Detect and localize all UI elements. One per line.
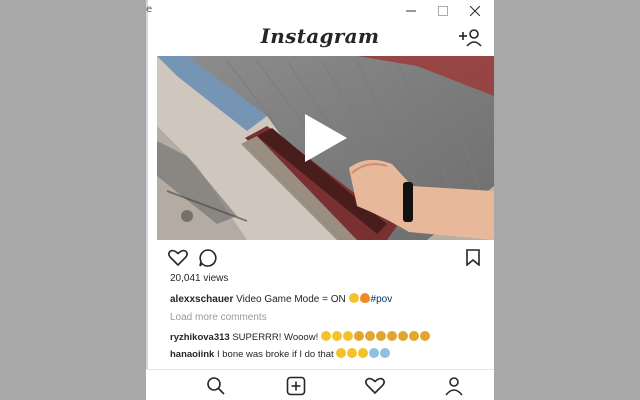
close-button[interactable] xyxy=(460,0,490,22)
nav-search-button[interactable] xyxy=(206,376,226,396)
comment-text: I bone was broke if I do that xyxy=(214,349,337,360)
clap-emoji-icon xyxy=(408,331,419,341)
caption-text: Video Game Mode = ON xyxy=(233,294,349,305)
nav-profile-button[interactable] xyxy=(444,376,464,396)
nav-activity-button[interactable] xyxy=(365,376,385,396)
minimize-icon xyxy=(406,10,416,12)
clap-emoji-icon xyxy=(386,331,397,341)
app-header: Instagram xyxy=(146,22,494,56)
thumbs-up-emoji-icon xyxy=(419,331,430,341)
thumbs-up-emoji-icon xyxy=(375,331,386,341)
post-caption: alexxschauer Video Game Mode = ON #pov xyxy=(170,293,392,305)
maximize-button[interactable] xyxy=(428,0,458,22)
nav-new-post-button[interactable] xyxy=(286,376,306,396)
save-button[interactable] xyxy=(466,249,480,266)
comment-icon xyxy=(199,249,217,267)
view-count: 20,041 views xyxy=(170,273,229,284)
heart-icon xyxy=(168,249,188,267)
scared-face-emoji-icon xyxy=(380,348,391,358)
comment-item: ryzhikova313 SUPERRR! Wooow! xyxy=(170,331,431,343)
heart-icon xyxy=(365,377,385,395)
weary-face-emoji-icon xyxy=(347,348,358,358)
window-border xyxy=(146,0,148,400)
bottom-nav xyxy=(146,369,494,400)
close-icon xyxy=(470,6,480,16)
title-bar xyxy=(146,0,494,22)
load-more-comments[interactable]: Load more comments xyxy=(170,312,267,323)
video-frame xyxy=(157,56,494,240)
profile-icon xyxy=(445,377,463,396)
post-actions xyxy=(146,247,494,269)
clap-emoji-icon xyxy=(364,331,375,341)
weary-face-emoji-icon xyxy=(336,348,347,358)
maximize-icon xyxy=(438,6,448,16)
instagram-logo: Instagram xyxy=(260,24,380,48)
comment-button[interactable] xyxy=(198,248,218,268)
add-user-button[interactable] xyxy=(458,27,484,49)
scared-face-emoji-icon xyxy=(369,348,380,358)
post-video[interactable] xyxy=(157,56,494,240)
comment-username[interactable]: ryzhikova313 xyxy=(170,332,230,343)
comment-username[interactable]: hanaoiink xyxy=(170,349,214,360)
smile-emoji-icon xyxy=(348,293,359,303)
comment-text: SUPERRR! Wooow! xyxy=(229,332,321,343)
app-window: e Instagram 20,041 views alexxschauer Vi… xyxy=(146,0,494,400)
search-icon xyxy=(207,377,225,395)
caption-hashtag[interactable]: #pov xyxy=(371,294,393,305)
fire-emoji-icon xyxy=(359,293,370,303)
bookmark-icon xyxy=(466,249,480,266)
thumbs-up-emoji-icon xyxy=(397,331,408,341)
face-emoji-icon xyxy=(331,331,342,341)
comment-item: hanaoiink I bone was broke if I do that xyxy=(170,348,391,360)
like-button[interactable] xyxy=(168,249,188,267)
caption-username[interactable]: alexxschauer xyxy=(170,294,233,305)
thumbs-up-emoji-icon xyxy=(353,331,364,341)
minimize-button[interactable] xyxy=(396,0,426,22)
plus-square-icon xyxy=(286,376,306,396)
add-user-icon xyxy=(459,29,482,47)
face-emoji-icon xyxy=(342,331,353,341)
heart-eyes-emoji-icon xyxy=(320,331,331,341)
weary-face-emoji-icon xyxy=(358,348,369,358)
